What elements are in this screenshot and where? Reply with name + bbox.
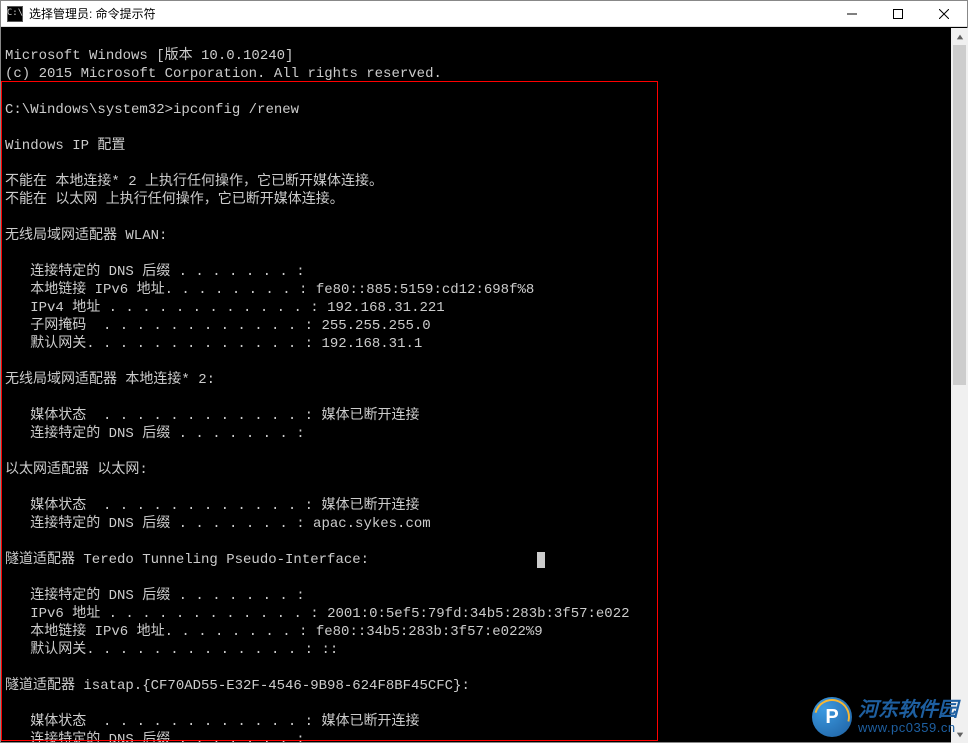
ethernet-header: 以太网适配器 以太网: [5, 462, 148, 478]
scrollbar-down-button[interactable] [951, 726, 968, 743]
maximize-button[interactable] [875, 1, 921, 26]
wlan-subnet: 子网掩码 . . . . . . . . . . . . : 255.255.2… [5, 318, 431, 334]
teredo-ipv6: IPv6 地址 . . . . . . . . . . . . : 2001:0… [5, 606, 630, 622]
error-local2: 不能在 本地连接* 2 上执行任何操作，它已断开媒体连接。 [5, 174, 383, 190]
isatap-media: 媒体状态 . . . . . . . . . . . . : 媒体已断开连接 [5, 714, 419, 730]
wlan-ipv4: IPv4 地址 . . . . . . . . . . . . : 192.16… [5, 300, 445, 316]
scrollbar-up-button[interactable] [951, 28, 968, 45]
cmd-icon: C:\ [7, 6, 23, 22]
console-output[interactable]: Microsoft Windows [版本 10.0.10240] (c) 20… [1, 27, 967, 742]
text-cursor [537, 552, 545, 568]
isatap-header: 隧道适配器 isatap.{CF70AD55-E32F-4546-9B98-62… [5, 678, 470, 694]
close-button[interactable] [921, 1, 967, 26]
local2-media: 媒体状态 . . . . . . . . . . . . : 媒体已断开连接 [5, 408, 419, 424]
ethernet-media: 媒体状态 . . . . . . . . . . . . : 媒体已断开连接 [5, 498, 419, 514]
local2-header: 无线局域网适配器 本地连接* 2: [5, 372, 215, 388]
teredo-link-local: 本地链接 IPv6 地址. . . . . . . . : fe80::34b5… [5, 624, 543, 640]
teredo-header: 隧道适配器 Teredo Tunneling Pseudo-Interface: [5, 552, 545, 568]
ip-config-title: Windows IP 配置 [5, 138, 125, 154]
isatap-dns-suffix: 连接特定的 DNS 后缀 . . . . . . . : [5, 732, 305, 742]
wlan-header: 无线局域网适配器 WLAN: [5, 228, 167, 244]
window-controls [829, 1, 967, 26]
local2-dns-suffix: 连接特定的 DNS 后缀 . . . . . . . : [5, 426, 305, 442]
copyright-line: (c) 2015 Microsoft Corporation. All righ… [5, 66, 442, 82]
ethernet-dns-suffix: 连接特定的 DNS 后缀 . . . . . . . : apac.sykes.… [5, 516, 431, 532]
version-line: Microsoft Windows [版本 10.0.10240] [5, 48, 293, 64]
wlan-gateway: 默认网关. . . . . . . . . . . . . : 192.168.… [5, 336, 422, 352]
minimize-button[interactable] [829, 1, 875, 26]
wlan-link-local: 本地链接 IPv6 地址. . . . . . . . : fe80::885:… [5, 282, 534, 298]
titlebar[interactable]: C:\ 选择管理员: 命令提示符 [1, 1, 967, 27]
cmd-window: C:\ 选择管理员: 命令提示符 Microsoft Windows [版本 1… [0, 0, 968, 743]
scrollbar-thumb[interactable] [953, 45, 966, 385]
teredo-gateway: 默认网关. . . . . . . . . . . . . : :: [5, 642, 338, 658]
error-ethernet: 不能在 以太网 上执行任何操作，它已断开媒体连接。 [5, 192, 344, 208]
vertical-scrollbar[interactable] [951, 28, 968, 743]
scrollbar-track[interactable] [951, 45, 968, 726]
window-title: 选择管理员: 命令提示符 [29, 5, 156, 22]
teredo-dns-suffix: 连接特定的 DNS 后缀 . . . . . . . : [5, 588, 305, 604]
wlan-dns-suffix: 连接特定的 DNS 后缀 . . . . . . . : [5, 264, 305, 280]
command-line: C:\Windows\system32>ipconfig /renew [5, 102, 299, 118]
